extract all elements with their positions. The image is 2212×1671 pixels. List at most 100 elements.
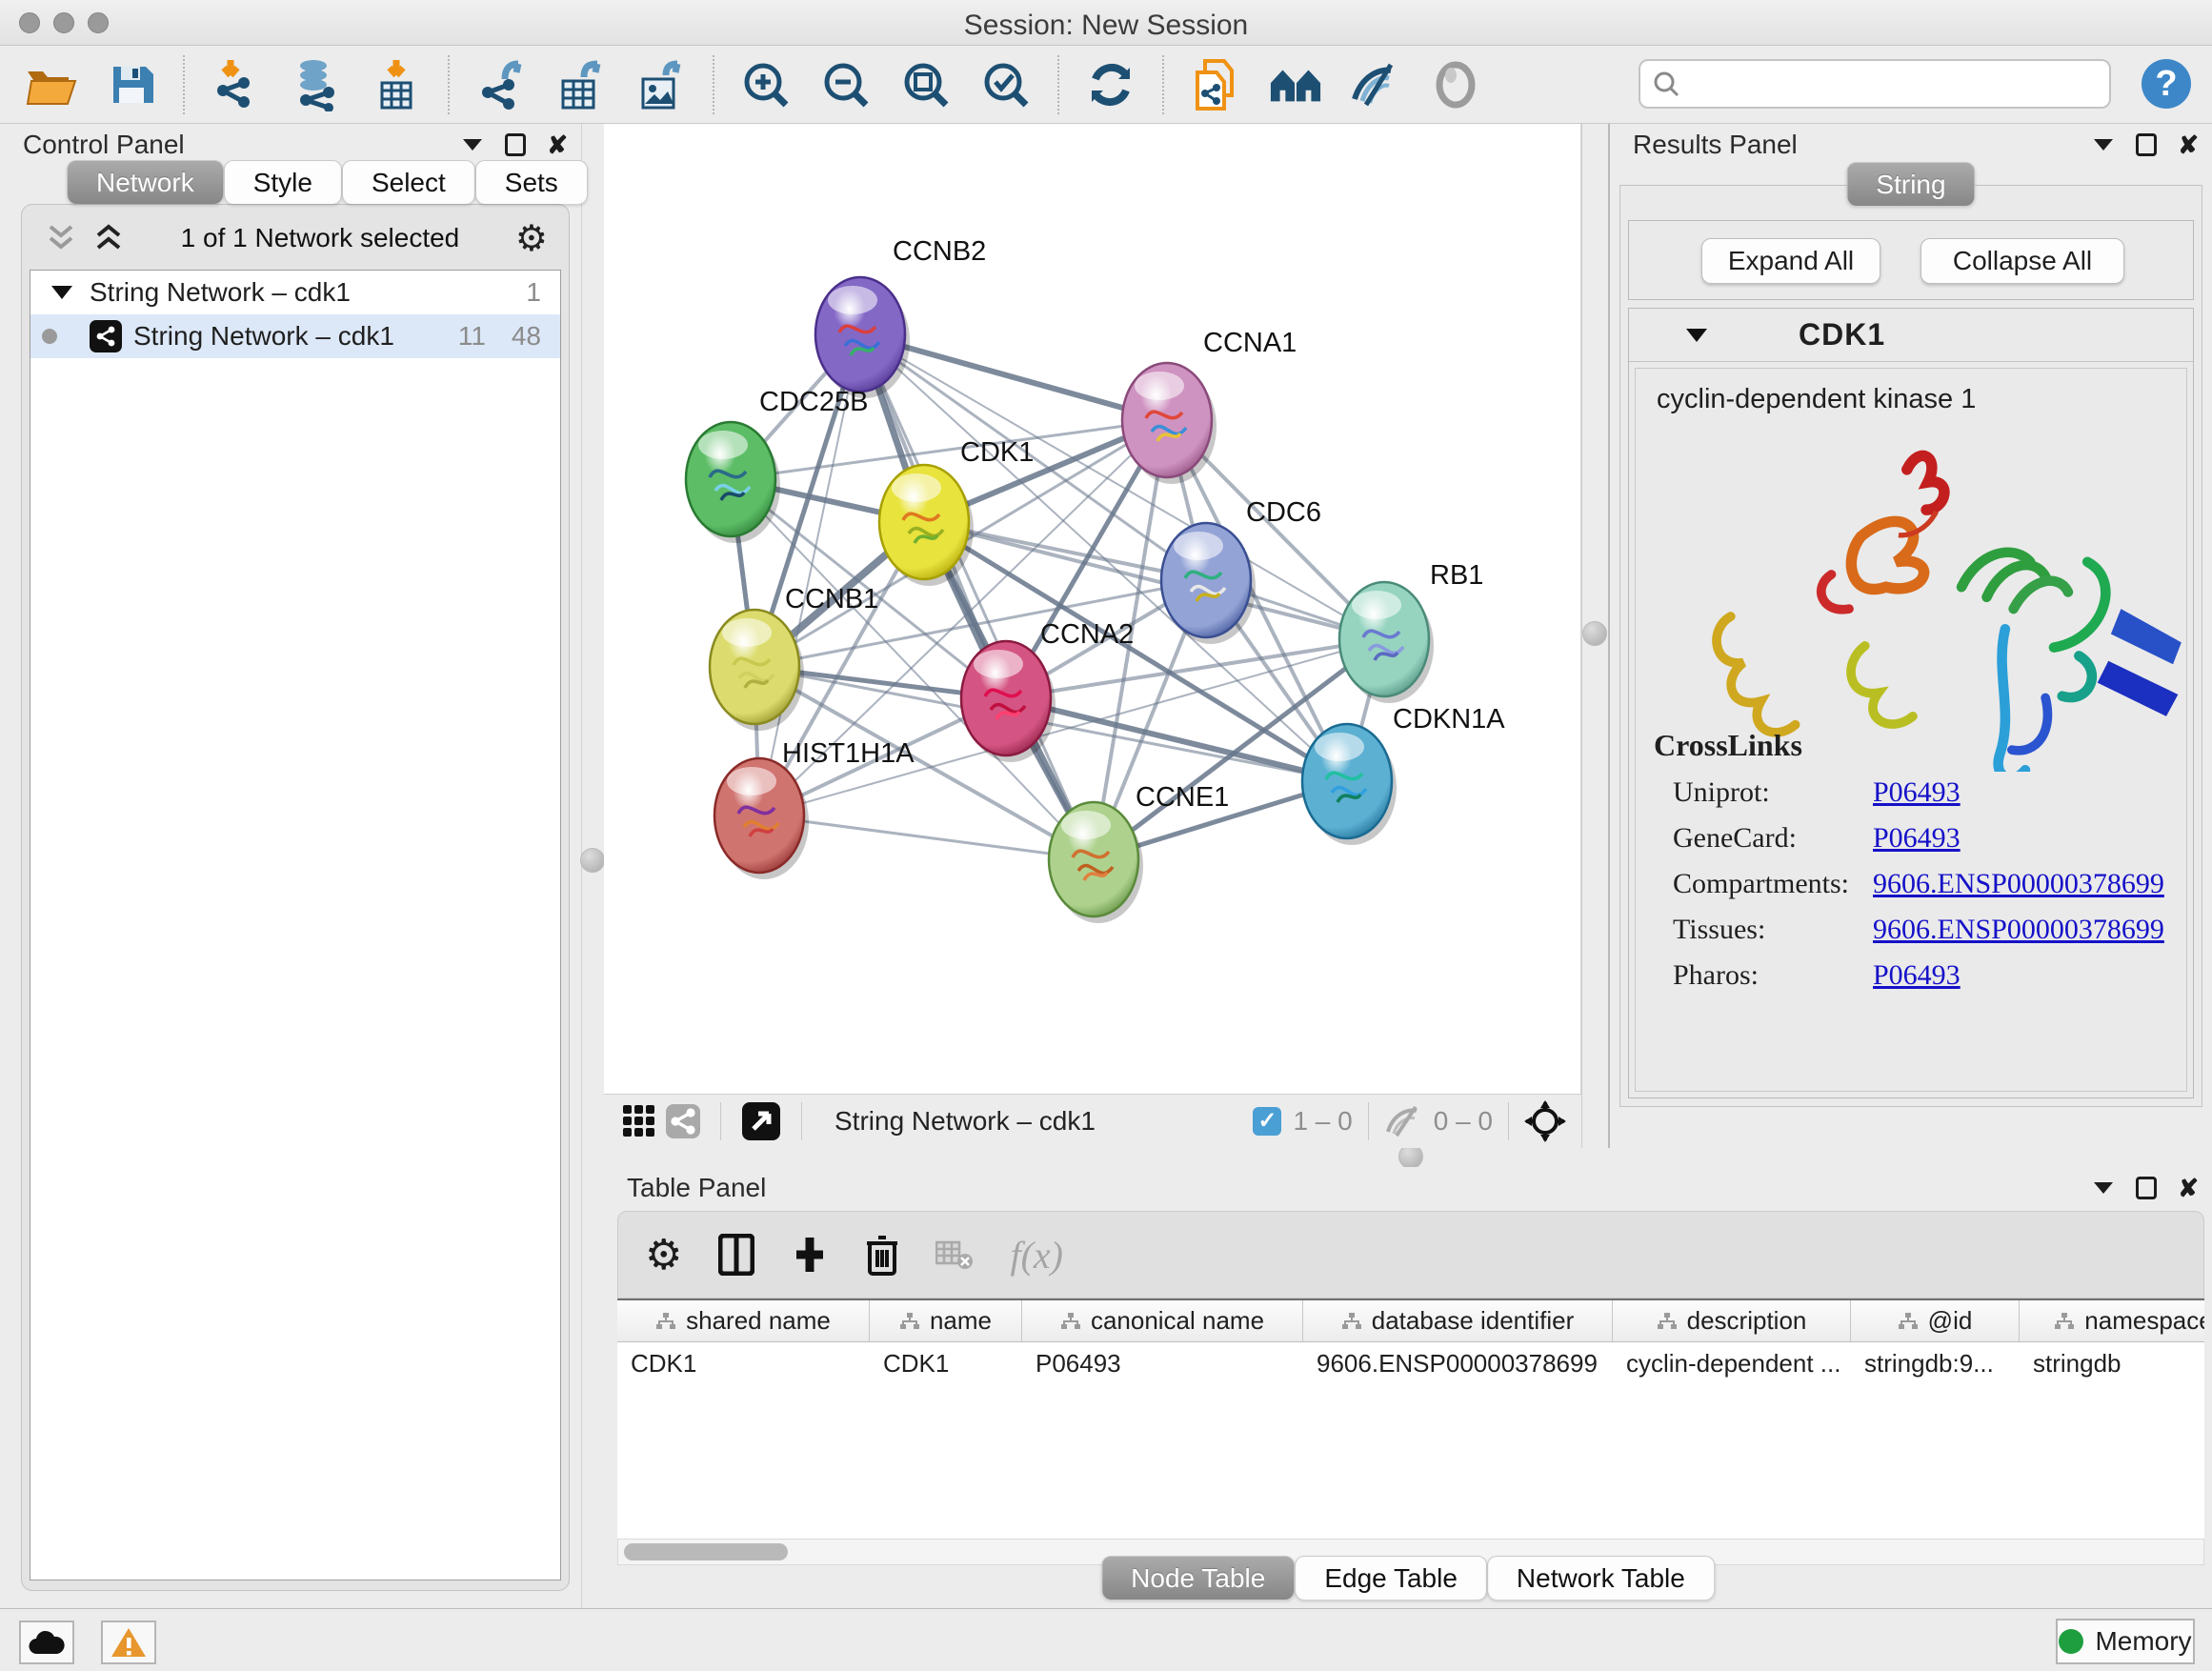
scrollbar-thumb[interactable] — [624, 1543, 788, 1560]
show-all-icon[interactable] — [1429, 58, 1482, 111]
zoom-in-icon[interactable] — [739, 58, 793, 111]
cloud-status-button[interactable] — [19, 1621, 74, 1664]
delete-column-icon[interactable] — [865, 1234, 899, 1276]
table-cell[interactable]: cyclin-dependent ... — [1613, 1342, 1851, 1384]
crosslink-link[interactable]: P06493 — [1873, 959, 1961, 992]
expand-all-networks-icon[interactable] — [92, 223, 125, 253]
column-header--id[interactable]: @id — [1851, 1300, 2020, 1341]
crosslink-link[interactable]: P06493 — [1873, 822, 1961, 855]
export-network-icon[interactable] — [474, 58, 528, 111]
birds-eye-view-icon[interactable] — [1524, 1100, 1566, 1142]
import-table-icon[interactable] — [370, 58, 423, 111]
network-node-ccnb1[interactable]: CCNB1 — [710, 584, 878, 731]
table-row[interactable]: CDK1CDK1P064939606.ENSP00000378699cyclin… — [617, 1342, 2204, 1384]
save-session-icon[interactable] — [105, 58, 158, 111]
table-cell[interactable]: 9606.ENSP00000378699 — [1303, 1342, 1613, 1384]
float-panel-icon[interactable] — [2136, 133, 2157, 156]
left-splitter[interactable] — [581, 124, 604, 1608]
export-table-icon[interactable] — [554, 58, 608, 111]
collapse-panel-icon[interactable] — [461, 137, 484, 152]
selected-nodes-checkbox[interactable]: ✓ — [1253, 1107, 1281, 1136]
column-header-description[interactable]: description — [1613, 1300, 1851, 1341]
new-network-from-selection-icon[interactable] — [1189, 58, 1242, 111]
zoom-fit-icon[interactable] — [899, 58, 953, 111]
tab-node-table[interactable]: Node Table — [1101, 1556, 1295, 1600]
import-network-file-icon[interactable] — [210, 58, 263, 111]
table-toolbar: ⚙ f(x) — [617, 1211, 2204, 1299]
hidden-elements-eye-icon[interactable] — [1384, 1105, 1424, 1137]
memory-button[interactable]: Memory — [2056, 1619, 2195, 1664]
table-cell[interactable]: P06493 — [1022, 1342, 1303, 1384]
tab-network-table[interactable]: Network Table — [1487, 1556, 1715, 1600]
hide-selected-icon[interactable] — [1349, 58, 1402, 111]
tree-expand-icon[interactable] — [51, 286, 72, 299]
zoom-selected-icon[interactable] — [979, 58, 1033, 111]
network-node-ccne1[interactable]: CCNE1 — [1049, 782, 1229, 923]
collapse-all-networks-icon[interactable] — [45, 223, 77, 253]
column-header-shared-name[interactable]: shared name — [617, 1300, 870, 1341]
network-view-canvas[interactable]: CCNB2CCNA1CDC25BCDK1CDC6RB1CCNB1CCNA2CDK… — [604, 124, 1581, 1094]
network-collection-row[interactable]: String Network – cdk1 1 — [30, 271, 560, 314]
collapse-all-button[interactable]: Collapse All — [1920, 238, 2124, 284]
open-folder-icon[interactable] — [25, 58, 78, 111]
function-builder-icon-disabled[interactable]: f(x) — [1010, 1233, 1063, 1278]
network-edge[interactable] — [759, 815, 1094, 859]
network-node-cdkn1a[interactable]: CDKN1A — [1302, 704, 1505, 845]
import-network-database-icon[interactable] — [290, 58, 343, 111]
column-header-namespace[interactable]: namespace — [2020, 1300, 2204, 1341]
collapse-panel-icon[interactable] — [2092, 1180, 2115, 1196]
float-panel-icon[interactable] — [2136, 1177, 2157, 1199]
expand-all-button[interactable]: Expand All — [1701, 238, 1880, 284]
network-node-ccnb2[interactable]: CCNB2 — [815, 236, 986, 398]
delete-table-icon-disabled[interactable] — [935, 1238, 974, 1271]
show-columns-icon[interactable] — [718, 1234, 754, 1276]
grid-view-icon[interactable] — [617, 1095, 661, 1148]
add-column-icon[interactable] — [791, 1236, 829, 1274]
right-splitter[interactable] — [1581, 124, 1610, 1167]
table-cell[interactable]: CDK1 — [870, 1342, 1022, 1384]
collapse-panel-icon[interactable] — [2092, 137, 2115, 152]
table-cell[interactable]: stringdb — [2020, 1342, 2204, 1384]
network-share-view-icon[interactable] — [661, 1095, 705, 1148]
close-panel-icon[interactable]: ✘ — [2178, 131, 2199, 158]
tab-style[interactable]: Style — [224, 160, 342, 204]
network-options-gear-icon[interactable]: ⚙ — [515, 217, 548, 260]
column-header-canonical-name[interactable]: canonical name — [1022, 1300, 1303, 1341]
splitter-knob[interactable] — [580, 848, 605, 873]
column-header-name[interactable]: name — [870, 1300, 1022, 1341]
table-cell[interactable]: CDK1 — [617, 1342, 870, 1384]
tab-network[interactable]: Network — [67, 160, 224, 204]
zoom-out-icon[interactable] — [819, 58, 873, 111]
network-node-rb1[interactable]: RB1 — [1339, 560, 1483, 703]
network-row[interactable]: String Network – cdk1 11 48 — [30, 314, 560, 358]
network-node-ccna2[interactable]: CCNA2 — [961, 619, 1134, 762]
section-collapse-icon[interactable] — [1686, 329, 1707, 342]
search-input[interactable] — [1680, 70, 2098, 99]
crosslink-link[interactable]: 9606.ENSP00000378699 — [1873, 914, 2164, 946]
help-button[interactable]: ? — [2142, 59, 2191, 109]
tab-select[interactable]: Select — [342, 160, 475, 204]
network-node-cdc6[interactable]: CDC6 — [1161, 497, 1321, 644]
control-panel-tabs: Network Style Select Sets — [67, 160, 588, 204]
detach-view-icon[interactable] — [736, 1095, 786, 1148]
apply-layout-icon[interactable] — [1084, 58, 1137, 111]
crosslink-link[interactable]: P06493 — [1873, 776, 1961, 809]
first-neighbors-icon[interactable] — [1269, 58, 1322, 111]
tab-string[interactable]: String — [1846, 162, 1975, 206]
network-node-hist1h1a[interactable]: HIST1H1A — [714, 738, 915, 879]
close-panel-icon[interactable]: ✘ — [2178, 1175, 2199, 1201]
splitter-knob[interactable] — [1582, 621, 1607, 646]
table-settings-gear-icon[interactable]: ⚙ — [645, 1231, 682, 1279]
crosslink-link[interactable]: 9606.ENSP00000378699 — [1873, 868, 2164, 900]
gene-section-header[interactable]: CDK1 — [1629, 309, 2193, 362]
column-header-database-identifier[interactable]: database identifier — [1303, 1300, 1613, 1341]
tab-edge-table[interactable]: Edge Table — [1295, 1556, 1487, 1600]
tab-sets[interactable]: Sets — [475, 160, 588, 204]
warnings-button[interactable] — [101, 1621, 156, 1664]
float-panel-icon[interactable] — [505, 133, 526, 156]
export-image-icon[interactable] — [634, 58, 688, 111]
network-edge[interactable] — [860, 334, 1094, 859]
search-field[interactable] — [1639, 59, 2111, 109]
table-cell[interactable]: stringdb:9... — [1851, 1342, 2020, 1384]
close-panel-icon[interactable]: ✘ — [547, 131, 568, 158]
